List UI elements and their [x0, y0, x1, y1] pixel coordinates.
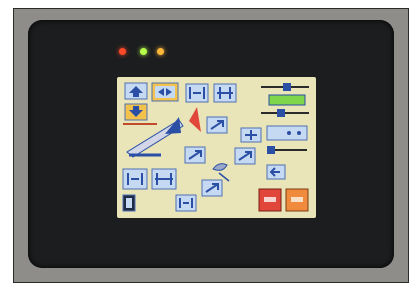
stop-button-icon	[264, 197, 276, 202]
lower-scale-marker	[267, 146, 275, 154]
mid-scale-marker	[277, 109, 285, 117]
green-status-led	[140, 48, 147, 55]
amber-status-led	[157, 48, 164, 55]
door-icon	[126, 198, 132, 208]
hand-cycle-icon	[212, 163, 228, 171]
hmi-screen	[117, 77, 316, 218]
conveyor-head-icon	[165, 117, 181, 134]
red-flap-icon	[189, 107, 201, 132]
position-dot-right	[297, 131, 301, 135]
position-dot-left	[287, 131, 291, 135]
top-scale-marker	[283, 83, 291, 91]
red-status-led	[119, 48, 126, 55]
alarm-button-icon	[291, 197, 303, 202]
hmi-graphics	[122, 82, 309, 212]
green-display	[268, 94, 306, 106]
